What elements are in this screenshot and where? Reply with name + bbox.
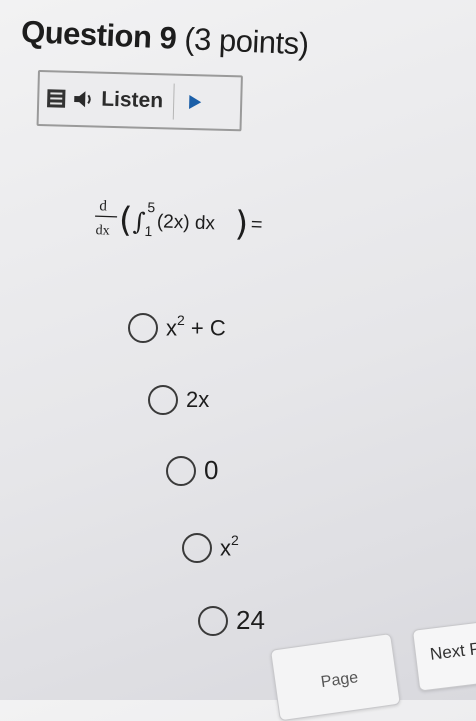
option-0[interactable]: 0 bbox=[166, 455, 218, 486]
option-label: 24 bbox=[236, 605, 265, 635]
option-2x[interactable]: 2x bbox=[148, 385, 209, 415]
option-label: 2x bbox=[186, 387, 210, 412]
next-page-button[interactable]: Next Pa bbox=[412, 618, 476, 692]
answer-options: x2 + C 2x 0 x2 24 bbox=[0, 0, 476, 700]
radio-button[interactable] bbox=[166, 455, 196, 486]
option-label: 0 bbox=[204, 455, 219, 485]
radio-button[interactable] bbox=[128, 313, 158, 343]
option-label: x2 + C bbox=[166, 312, 226, 341]
page-button[interactable]: Page bbox=[270, 633, 401, 721]
page-button-label: Page bbox=[319, 669, 360, 692]
option-label: x2 bbox=[220, 532, 239, 561]
radio-button[interactable] bbox=[198, 605, 228, 636]
next-page-button-label: Next Pa bbox=[428, 637, 476, 664]
option-24[interactable]: 24 bbox=[198, 605, 265, 636]
option-x2[interactable]: x2 bbox=[182, 532, 239, 563]
option-x2-plus-c[interactable]: x2 + C bbox=[128, 312, 226, 343]
radio-button[interactable] bbox=[148, 385, 178, 415]
radio-button[interactable] bbox=[182, 533, 212, 563]
